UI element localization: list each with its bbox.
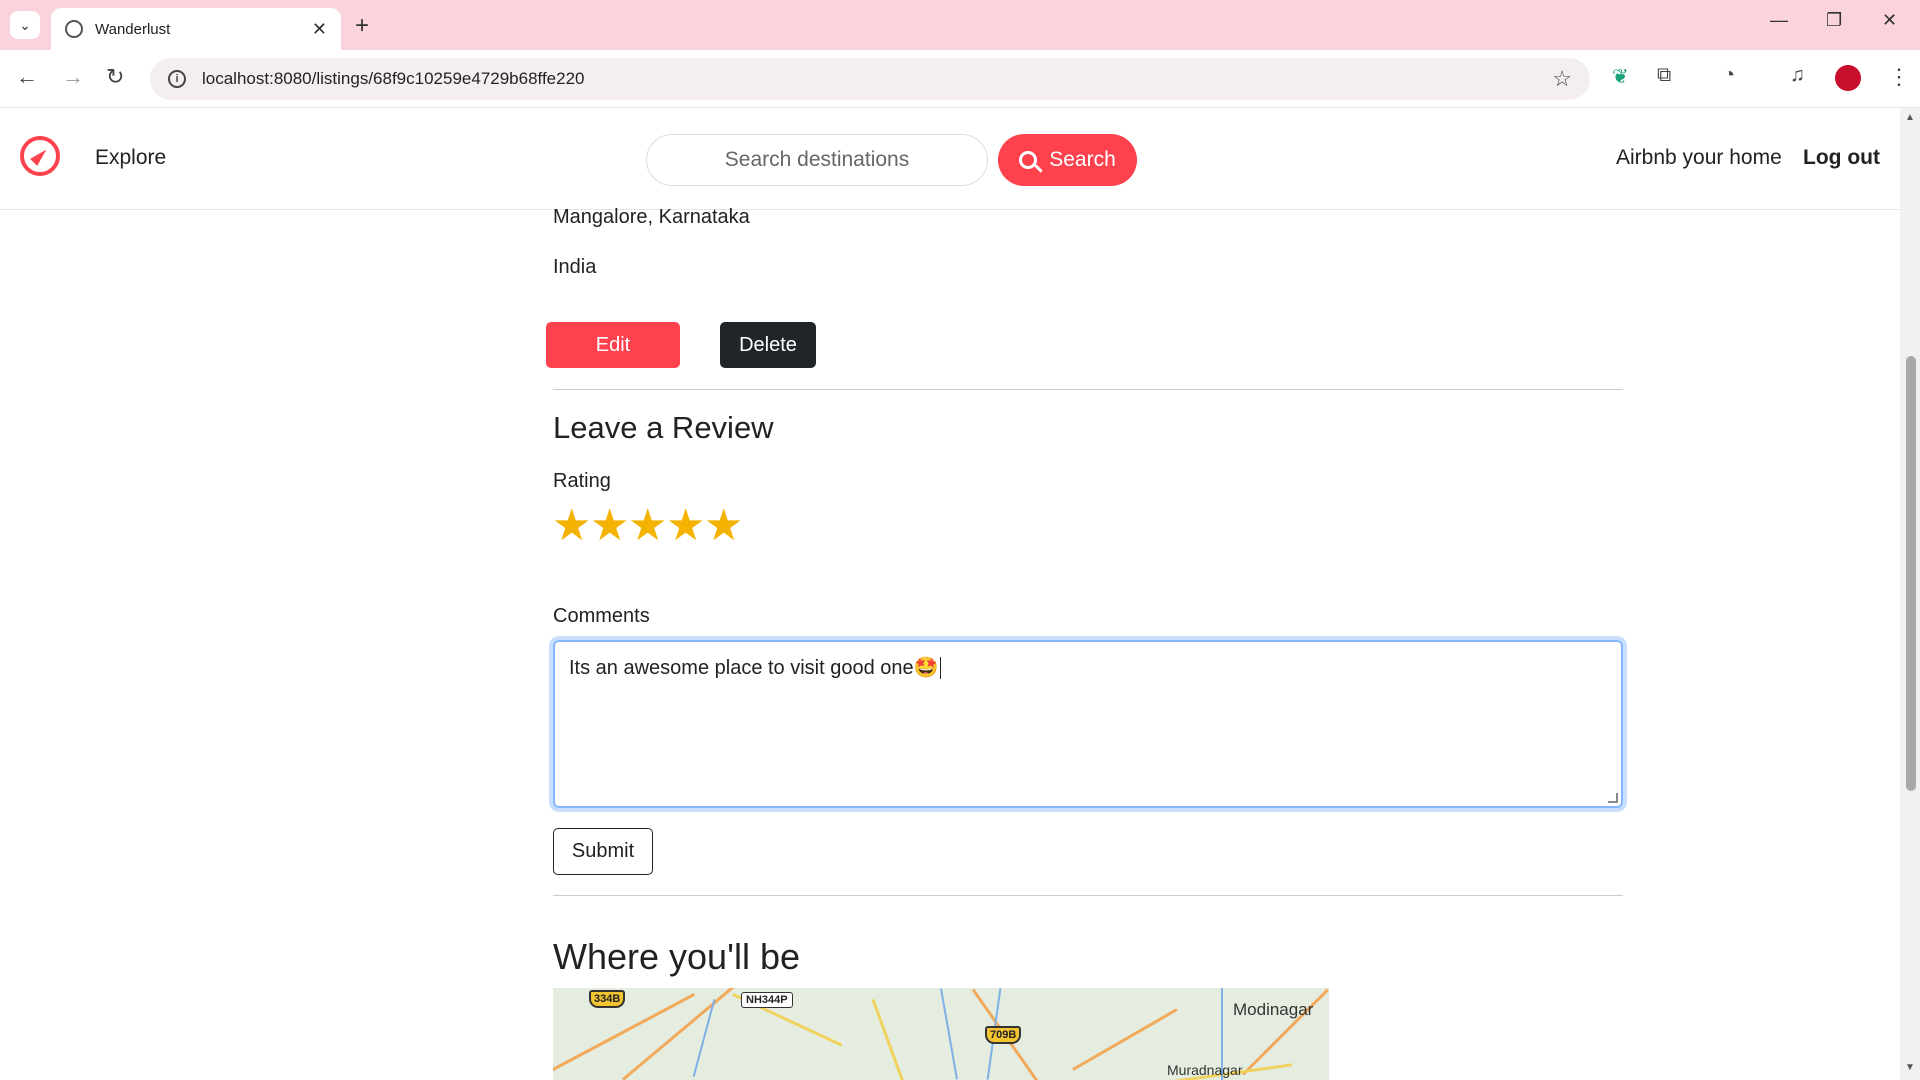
minimize-icon[interactable]: — bbox=[1770, 10, 1788, 31]
map-heading: Where you'll be bbox=[553, 936, 800, 977]
scrollbar-thumb[interactable] bbox=[1906, 356, 1916, 791]
browser-tabbar: ⌄ Wanderlust ✕ + — ❐ ✕ bbox=[0, 0, 1920, 50]
comments-textarea[interactable]: Its an awesome place to visit good one🤩 bbox=[553, 640, 1623, 808]
profile-avatar[interactable] bbox=[1835, 65, 1861, 91]
tab-title: Wanderlust bbox=[95, 20, 171, 38]
nav-explore-link[interactable]: Explore bbox=[95, 146, 166, 170]
site-info-icon[interactable]: i bbox=[168, 70, 186, 88]
address-bar[interactable]: i localhost:8080/listings/68f9c10259e472… bbox=[150, 58, 1590, 100]
reload-icon[interactable]: ↻ bbox=[106, 64, 124, 90]
restore-icon[interactable]: ❐ bbox=[1826, 10, 1842, 31]
search-input[interactable]: Search destinations bbox=[646, 134, 988, 186]
search-icon bbox=[1019, 151, 1038, 169]
address-url[interactable]: localhost:8080/listings/68f9c10259e4729b… bbox=[202, 69, 585, 89]
map-place-label: Muradnagar bbox=[1167, 1062, 1243, 1078]
highway-label: NH344P bbox=[741, 992, 793, 1008]
browser-menu-icon[interactable]: ⋮ bbox=[1888, 64, 1910, 90]
forward-arrow-icon[interactable]: → bbox=[62, 64, 84, 90]
logout-link[interactable]: Log out bbox=[1803, 146, 1880, 170]
star-icon[interactable]: ★ bbox=[628, 502, 667, 550]
star-icon[interactable]: ★ bbox=[552, 502, 591, 550]
browser-toolbar: ← → ↻ i localhost:8080/listings/68f9c102… bbox=[0, 50, 1920, 108]
star-icon[interactable]: ★ bbox=[590, 502, 629, 550]
site-navbar: Explore Search destinations Search Airbn… bbox=[0, 108, 1900, 210]
comments-text: Its an awesome place to visit good one🤩 bbox=[569, 657, 939, 679]
globe-icon bbox=[65, 20, 83, 38]
new-tab-button[interactable]: + bbox=[355, 12, 369, 40]
tab-search-button[interactable]: ⌄ bbox=[10, 11, 40, 39]
tab-close-icon[interactable]: ✕ bbox=[312, 19, 327, 40]
submit-button[interactable]: Submit bbox=[553, 828, 653, 875]
comments-label: Comments bbox=[553, 605, 650, 627]
rating-label: Rating bbox=[553, 470, 611, 492]
listing-country: India bbox=[553, 256, 597, 278]
divider bbox=[553, 389, 1623, 390]
compass-logo-icon[interactable] bbox=[20, 136, 60, 176]
search-button-label: Search bbox=[1049, 148, 1116, 171]
chevron-down-icon: ⌄ bbox=[19, 16, 31, 33]
extension-leaf-icon[interactable]: ❦ bbox=[1612, 64, 1629, 89]
listing-location: Mangalore, Karnataka bbox=[553, 206, 750, 228]
star-rating[interactable]: ★ ★ ★ ★ ★ bbox=[552, 502, 743, 550]
scroll-down-arrow-icon[interactable]: ▼ bbox=[1905, 1062, 1915, 1073]
scroll-up-arrow-icon[interactable]: ▲ bbox=[1905, 112, 1915, 123]
search-button[interactable]: Search bbox=[998, 134, 1137, 186]
highway-shield: 334B bbox=[589, 990, 626, 1008]
divider bbox=[553, 895, 1623, 896]
review-heading: Leave a Review bbox=[553, 410, 774, 445]
incognito-icon[interactable]: ◔ bbox=[1723, 64, 1735, 87]
location-map[interactable]: 334B NH344P 709B Modinagar Muradnagar bbox=[553, 988, 1329, 1080]
star-icon[interactable]: ★ bbox=[704, 502, 743, 550]
resize-handle-icon[interactable] bbox=[1608, 793, 1618, 803]
browser-tab-active[interactable]: Wanderlust ✕ bbox=[51, 8, 341, 50]
back-arrow-icon[interactable]: ← bbox=[16, 64, 38, 90]
map-place-label: Modinagar bbox=[1233, 1000, 1314, 1019]
airbnb-your-home-link[interactable]: Airbnb your home bbox=[1616, 146, 1782, 170]
bookmark-star-icon[interactable]: ☆ bbox=[1552, 66, 1572, 92]
highway-shield: 709B bbox=[985, 1026, 1022, 1044]
star-icon[interactable]: ★ bbox=[666, 502, 705, 550]
window-close-icon[interactable]: ✕ bbox=[1882, 10, 1897, 31]
delete-button[interactable]: Delete bbox=[720, 322, 816, 368]
extensions-puzzle-icon[interactable]: ⧉ bbox=[1657, 64, 1671, 87]
media-control-icon[interactable]: ♫ bbox=[1790, 64, 1805, 87]
edit-button[interactable]: Edit bbox=[546, 322, 680, 368]
